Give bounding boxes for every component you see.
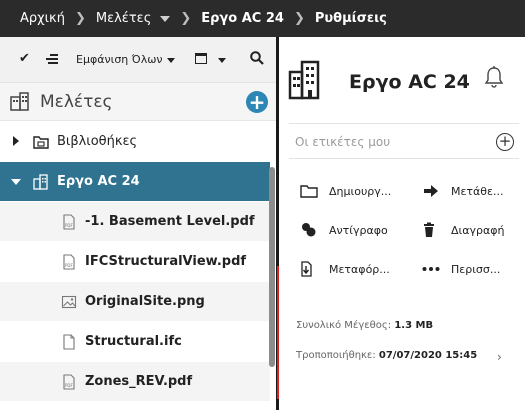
tree-item-label: Zones_REV.pdf <box>85 374 193 389</box>
add-tag-button[interactable]: + <box>496 133 514 151</box>
tree-toolbar: ✔ Εμφάνιση Όλων <box>0 37 276 83</box>
breadcrumb-projects[interactable]: Μελέτες <box>96 11 151 26</box>
arrow-right-icon <box>424 185 438 197</box>
building-icon <box>288 60 320 100</box>
tree-item-label: IFCStructuralView.pdf <box>85 254 247 269</box>
check-icon[interactable]: ✔ <box>19 51 30 66</box>
pdf-file-icon: PDF <box>63 254 75 270</box>
tree-item-libraries[interactable]: Βιβλιοθήκες <box>0 122 270 162</box>
tree-item-file[interactable]: PDF Zones_REV.pdf <box>0 362 270 402</box>
size-label: Συνολικό Μέγεθος: <box>296 320 392 331</box>
tree-item-label: Βιβλιοθήκες <box>57 134 138 149</box>
breadcrumb-settings[interactable]: Ρυθμίσεις <box>315 11 387 26</box>
modified-label: Τροποποιήθηκε: <box>296 350 376 361</box>
tree-item-file[interactable]: PDF -1. Basement Level.pdf <box>0 202 270 242</box>
breadcrumb-home[interactable]: Αρχική <box>20 11 65 26</box>
action-label: Μετάθε... <box>451 185 504 198</box>
copy-button[interactable]: Αντίγραφο <box>300 222 400 242</box>
collapse-icon[interactable] <box>11 179 21 185</box>
svg-text:PDF: PDF <box>65 263 73 268</box>
modified-date[interactable]: Τροποποιήθηκε: 07/07/2020 15:45 <box>296 350 477 361</box>
action-label: Διαγραφή <box>451 224 505 237</box>
chevron-down-icon[interactable] <box>160 15 171 22</box>
transfer-button[interactable]: Μεταφόρ... <box>300 261 400 281</box>
sort-icon[interactable] <box>46 54 58 64</box>
tree-item-file[interactable]: OriginalSite.png <box>0 282 270 322</box>
breadcrumb-separator-icon: ❯ <box>74 11 86 26</box>
svg-text:PDF: PDF <box>65 383 73 388</box>
expand-icon[interactable] <box>13 136 19 146</box>
chevron-down-icon <box>166 57 175 63</box>
total-size: Συνολικό Μέγεθος: 1.3 MB <box>296 320 433 331</box>
create-folder-button[interactable]: Δημιουργ... <box>300 183 400 203</box>
tree-scrollbar[interactable] <box>269 167 275 367</box>
projects-icon <box>10 92 29 111</box>
tree-item-label: -1. Basement Level.pdf <box>85 214 255 229</box>
building-icon <box>33 174 48 190</box>
breadcrumb-project[interactable]: Εργο AC 24 <box>201 11 284 26</box>
tree-item-label: OriginalSite.png <box>85 294 205 309</box>
bell-icon[interactable] <box>483 65 505 89</box>
tree-item-file[interactable]: Structural.ifc <box>0 322 270 362</box>
tree-item-label: Εργο AC 24 <box>57 174 140 189</box>
tree-item-file[interactable]: PDF IFCStructuralView.pdf <box>0 242 270 282</box>
library-folder-icon <box>33 136 49 149</box>
tags-field[interactable]: Οι ετικέτες μου + <box>289 123 519 159</box>
delete-button[interactable]: Διαγραφή <box>422 222 522 242</box>
filter-label: Εμφάνιση Όλων <box>76 53 163 66</box>
pdf-file-icon: PDF <box>63 214 75 230</box>
file-icon <box>63 334 75 350</box>
action-label: Αντίγραφο <box>329 224 388 237</box>
svg-text:PDF: PDF <box>65 223 73 228</box>
trash-icon <box>424 222 434 237</box>
filter-dropdown[interactable]: Εμφάνιση Όλων <box>76 53 175 66</box>
breadcrumb-separator-icon: ❯ <box>180 11 192 26</box>
modified-value: 07/07/2020 15:45 <box>378 350 478 361</box>
calendar-icon[interactable] <box>195 53 207 64</box>
folder-icon <box>300 185 318 198</box>
move-button[interactable]: Μετάθε... <box>422 183 522 203</box>
download-icon <box>301 261 312 277</box>
breadcrumb-separator-icon: ❯ <box>293 11 305 26</box>
chevron-down-icon[interactable] <box>218 58 226 63</box>
breadcrumb: Αρχική ❯ Μελέτες ❯ Εργο AC 24 ❯ Ρυθμίσει… <box>0 0 525 37</box>
action-label: Δημιουργ... <box>329 185 392 198</box>
tree-item-project[interactable]: Εργο AC 24 <box>0 162 270 202</box>
more-button[interactable]: Περισσ... <box>422 261 522 281</box>
copy-icon <box>302 223 316 237</box>
action-label: Μεταφόρ... <box>329 263 390 276</box>
projects-panel: ✔ Εμφάνιση Όλων Μελέτες + Βιβλιοθήκες Ερ… <box>0 37 276 410</box>
search-icon[interactable] <box>250 51 264 65</box>
projects-title: Μελέτες <box>40 92 113 112</box>
chevron-right-icon[interactable]: › <box>497 350 502 364</box>
add-project-button[interactable]: + <box>246 91 268 113</box>
details-panel: Εργο AC 24 Οι ετικέτες μου + Δημιουργ...… <box>279 37 525 410</box>
tree-item-label: Structural.ifc <box>85 334 182 349</box>
action-label: Περισσ... <box>451 263 501 276</box>
more-icon <box>422 267 440 271</box>
tags-placeholder: Οι ετικέτες μου <box>295 135 391 149</box>
image-file-icon <box>61 295 77 309</box>
pdf-file-icon: PDF <box>63 374 75 390</box>
projects-header: Μελέτες + <box>0 83 276 121</box>
size-value: 1.3 MB <box>394 320 434 331</box>
project-title: Εργο AC 24 <box>349 71 470 93</box>
